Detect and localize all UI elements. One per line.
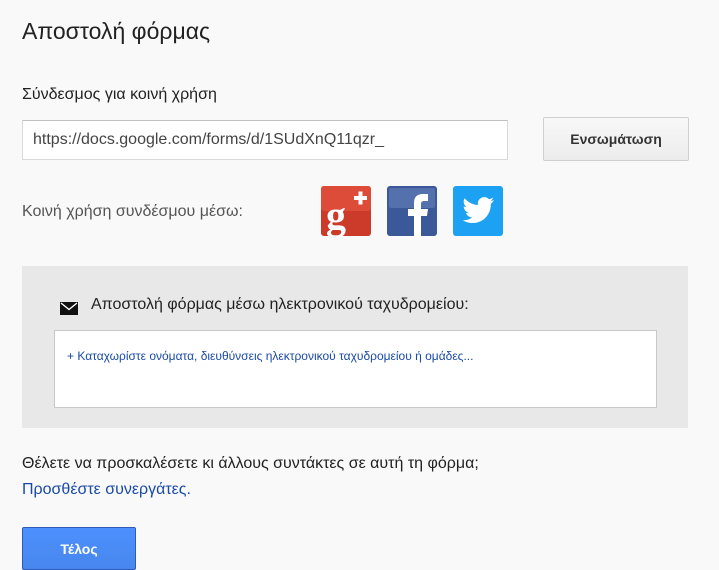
google-plus-icon[interactable]: g: [321, 186, 371, 236]
add-collaborators-link[interactable]: Προσθέστε συνεργάτες.: [22, 481, 191, 499]
embed-button[interactable]: Ενσωμάτωση: [543, 117, 689, 161]
svg-text:g: g: [326, 193, 346, 236]
dialog-title: Αποστολή φόρμας: [22, 18, 211, 44]
share-url-input[interactable]: [22, 120, 508, 160]
facebook-icon[interactable]: [387, 186, 437, 236]
envelope-icon: [60, 302, 78, 315]
recipients-input[interactable]: + Καταχωρίστε ονόματα, διευθύνσεις ηλεκτ…: [54, 330, 657, 408]
send-form-dialog: Αποστολή φόρμας Σύνδεσμος για κοινή χρήσ…: [0, 0, 719, 570]
twitter-icon[interactable]: [453, 186, 503, 236]
share-link-label: Σύνδεσμος για κοινή χρήση: [22, 86, 217, 103]
email-heading: Αποστολή φόρμας μέσω ηλεκτρονικού ταχυδρ…: [91, 296, 469, 313]
invite-editors-text: Θέλετε να προσκαλέσετε κι άλλους συντάκτ…: [22, 455, 479, 472]
email-panel: Αποστολή φόρμας μέσω ηλεκτρονικού ταχυδρ…: [22, 266, 688, 428]
share-via-label: Κοινή χρήση συνδέσμου μέσω:: [22, 203, 243, 220]
done-button[interactable]: Τέλος: [22, 527, 136, 570]
